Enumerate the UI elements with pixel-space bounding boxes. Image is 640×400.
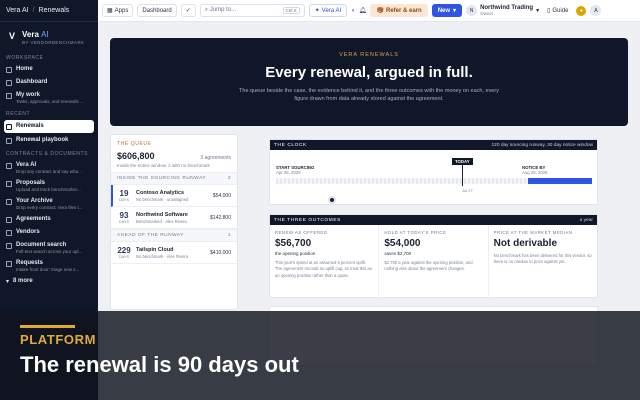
start-sourcing-label: START SOURCING Apr 28, 2026	[276, 165, 315, 175]
playbook-icon	[6, 138, 12, 144]
sidebar-item-more[interactable]: ▾ 8 more	[0, 275, 98, 288]
sidebar-item-agreements[interactable]: Agreements	[0, 213, 98, 226]
clock-panel: THE CLOCK 120 day sourcing runway, 30 da…	[269, 139, 598, 205]
tasks-icon	[6, 93, 12, 99]
outcome-hold-price: HOLD AT TODAY'S PRICE $54,000 saves $2,7…	[379, 225, 489, 299]
queue-subtitle: Inside the notice window, 2 with no benc…	[117, 163, 210, 168]
notice-by-label: NOTICE BY Aug 26, 2026	[522, 165, 548, 175]
clock-note: 120 day sourcing runway, 30 day notice w…	[491, 142, 593, 148]
proposals-icon	[6, 181, 12, 187]
sidebar-item-document-search[interactable]: Document search Full-text search across y…	[0, 239, 98, 257]
sparkle-icon	[6, 163, 12, 169]
sidebar-breadcrumb: Vera AI / Renewals	[0, 0, 98, 22]
sidebar-item-archive[interactable]: Your Archive Drop every contract; Vera fi…	[0, 195, 98, 213]
check-icon: ✓	[185, 8, 191, 14]
book-icon: ▯	[547, 8, 551, 14]
caption-accent-bar	[20, 325, 75, 328]
apps-button[interactable]: ▦ Apps	[102, 4, 134, 17]
queue-amount: $606,800	[117, 151, 155, 161]
archive-icon	[6, 199, 12, 205]
refer-earn-button[interactable]: 🎁︎ Refer & earn	[370, 4, 428, 17]
section-recent: RECENT	[6, 111, 31, 117]
requests-icon	[6, 261, 12, 267]
vera-ai-button[interactable]: ✦ Vera AI	[308, 4, 348, 17]
breadcrumb-app[interactable]: Vera AI	[6, 7, 29, 14]
vendors-icon	[6, 230, 12, 236]
brand-name: Vera AI	[22, 30, 49, 39]
check-button[interactable]: ✓	[180, 4, 196, 17]
sidebar-item-renewal-playbook[interactable]: Renewal playbook	[0, 134, 98, 147]
clock-header: THE CLOCK 120 day sourcing runway, 30 da…	[270, 140, 597, 150]
queue-group-runway[interactable]: INSIDE THE SOURCING RUNWAY 2	[111, 172, 237, 185]
search-icon	[6, 243, 12, 249]
section-workspace: WORKSPACE	[6, 55, 44, 61]
org-avatar: N	[466, 5, 478, 16]
sidebar-item-requests[interactable]: Requests Intake front door: triage new s.…	[0, 257, 98, 275]
sidebar-item-renewals[interactable]: Renewals	[4, 120, 94, 133]
brand-subtitle: BY VENDORBENCHMARK	[22, 40, 85, 45]
renewals-icon	[6, 124, 12, 130]
brand[interactable]: V Vera AI BY VENDORBENCHMARK	[0, 22, 98, 51]
top-bar: ▦ Apps Dashboard ✓ ⌕ Jump to... Ctrl K ✦ Ve…	[98, 0, 640, 22]
queue-summary: $606,800 3 agreements	[111, 149, 237, 163]
grid-icon: ▦	[107, 8, 113, 14]
bell-icon[interactable]: 🔔︎	[359, 7, 367, 14]
outcomes-panel: THE THREE OUTCOMES a year RENEW AS OFFER…	[269, 214, 598, 299]
search-input[interactable]: ⌕ Jump to... Ctrl K	[199, 4, 305, 17]
chevron-down-icon: ▾	[536, 8, 540, 14]
today-label: TODAY	[452, 158, 473, 165]
drag-handle[interactable]	[328, 196, 336, 204]
breadcrumb-page[interactable]: Renewals	[39, 7, 70, 14]
outcomes-note: a year	[579, 217, 593, 223]
sidebar-item-vera-ai[interactable]: Vera AI Drop any contract and say wha...	[0, 159, 98, 177]
queue-count: 3 agreements	[200, 155, 231, 161]
sidebar-item-my-work[interactable]: My work Tasks, approvals, and renewals ..…	[0, 89, 98, 107]
new-button[interactable]: New ▾	[431, 4, 463, 17]
outcomes-header: THE THREE OUTCOMES a year	[270, 215, 597, 225]
notice-window-bar	[528, 178, 592, 184]
outcome-renew-as-offered: RENEW AS OFFERED $56,700 the opening pos…	[270, 225, 380, 299]
caption-title: The renewal is 90 days out	[20, 352, 299, 377]
sparkle-icon: ✦	[314, 8, 320, 14]
guide-button[interactable]: ▯ Guide	[543, 4, 573, 17]
hero-banner: VERA RENEWALS Every renewal, argued in f…	[110, 38, 628, 126]
today-marker	[462, 164, 463, 186]
shortcut-hint: Ctrl K	[282, 7, 300, 14]
timeline-end-date: Jul 27	[462, 188, 473, 193]
page-title: Every renewal, argued in full.	[265, 64, 473, 81]
hero-description: The queue beside the case, the evidence …	[239, 88, 499, 103]
chevron-down-icon: ▾	[453, 8, 457, 14]
gift-icon: 🎁︎	[376, 8, 385, 14]
sidebar-item-vendors[interactable]: Vendors	[0, 226, 98, 239]
avatar[interactable]: A	[590, 5, 602, 16]
dashboard-icon	[6, 80, 12, 86]
status-icon[interactable]: ●	[576, 5, 587, 16]
queue-row[interactable]: 93 DAYS Northwind Software Benchmarked · A…	[111, 207, 237, 229]
section-contracts: CONTRACTS & DOCUMENTS	[6, 151, 89, 157]
org-switcher[interactable]: N Northwind Trading Owner ▾	[466, 5, 539, 16]
clock-title: THE CLOCK	[274, 142, 307, 148]
queue-group-ahead[interactable]: AHEAD OF THE RUNWAY 1	[111, 229, 237, 242]
queue-panel: THE QUEUE $606,800 3 agreements Inside t…	[110, 134, 238, 310]
outcome-market-median: PRICE AT THE MARKET MEDIAN Not derivable…	[493, 230, 592, 265]
sidebar-item-home[interactable]: Home	[0, 63, 98, 76]
org-role: Owner	[480, 11, 494, 16]
queue-row[interactable]: 19 DAYS Contoso Analytics No benchmark · u…	[111, 185, 237, 207]
hero-kicker: VERA RENEWALS	[339, 52, 399, 58]
breadcrumb-separator: /	[32, 7, 35, 14]
queue-title: THE QUEUE	[117, 141, 152, 147]
outcomes-title: THE THREE OUTCOMES	[274, 217, 341, 223]
dashboard-button[interactable]: Dashboard	[137, 4, 177, 17]
chevron-down-icon: ▾	[6, 279, 10, 285]
queue-row[interactable]: 229 DAYS Tailspin Cloud No benchmark · Ale…	[111, 242, 237, 264]
sidebar-item-dashboard[interactable]: Dashboard	[0, 76, 98, 89]
home-icon	[6, 67, 12, 73]
sidebar-item-proposals[interactable]: Proposals Upload and track benchmarkin...	[0, 177, 98, 195]
mic-icon[interactable]: ◖	[351, 8, 355, 14]
vera-logo-icon: V	[8, 31, 15, 41]
timeline: START SOURCING Apr 28, 2026 NOTICE BY Aug …	[276, 158, 592, 196]
agreements-icon	[6, 217, 12, 223]
search-icon: ⌕	[204, 7, 209, 13]
caption-kicker: PLATFORM	[20, 332, 97, 347]
